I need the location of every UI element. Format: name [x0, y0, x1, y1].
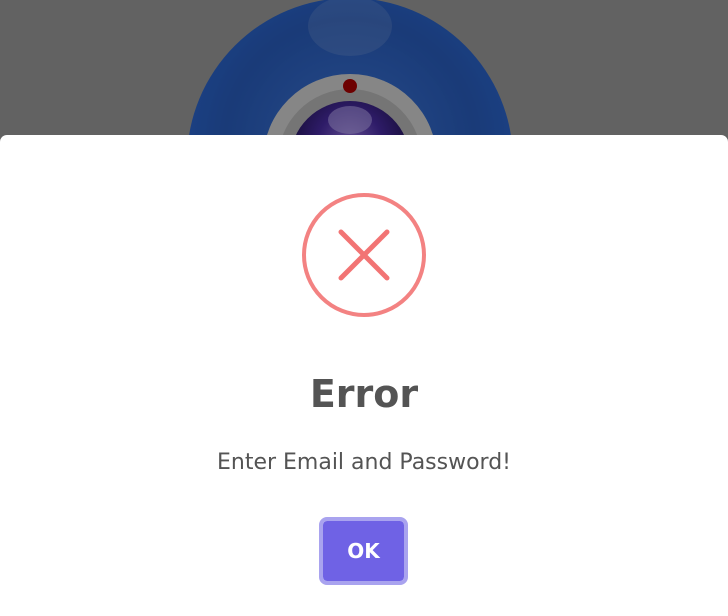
dialog-title: Error [309, 372, 419, 416]
error-dialog: Error Enter Email and Password! OK [0, 135, 728, 616]
app-screen: Error Enter Email and Password! OK [0, 0, 728, 616]
dialog-message: Enter Email and Password! [216, 450, 512, 475]
ok-button[interactable]: OK [319, 517, 408, 585]
error-x-icon [302, 193, 426, 317]
